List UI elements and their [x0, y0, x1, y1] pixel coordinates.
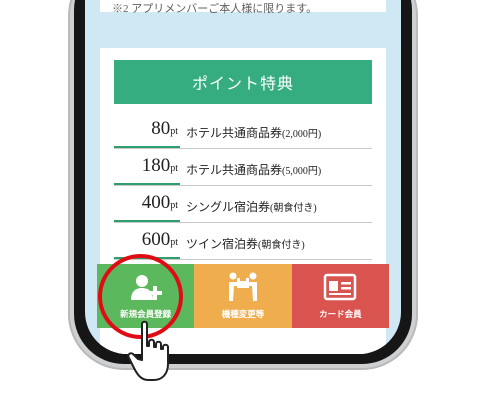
points-label: ホテル共通商品券(2,000円)	[186, 126, 322, 140]
points-value: 180pt	[114, 149, 180, 185]
points-label: ツイン宿泊券(朝食付き)	[186, 237, 305, 251]
nav-label: 機種変更等	[221, 310, 265, 320]
points-row: 400pt シングル宿泊券(朝食付き)	[114, 186, 372, 223]
device-change-button[interactable]: 機種変更等	[194, 264, 292, 328]
points-title: ポイント特典	[114, 60, 372, 104]
add-user-icon	[130, 275, 162, 300]
id-card-icon	[324, 273, 357, 301]
points-value: 400pt	[114, 186, 180, 222]
points-label: ホテル共通商品券(5,000円)	[186, 163, 322, 177]
nav-label: 新規会員登録	[120, 310, 172, 320]
card-member-button[interactable]: カード会員	[291, 264, 389, 328]
nav-label: カード会員	[319, 310, 362, 320]
notice-card: ※2 アプリメンバーご本人様に限ります。	[100, 0, 386, 15]
new-member-button[interactable]: 新規会員登録	[97, 264, 195, 328]
bottom-nav: 新規会員登録 機種変更等 カード会員	[97, 264, 389, 328]
points-row: 80pt ホテル共通商品券(2,000円)	[114, 112, 372, 149]
phone-screen: ※2 アプリメンバーご本人様に限ります。 ポイント特典 80pt ホテル共通商品…	[85, 0, 401, 354]
notice-text: ※2 アプリメンバーご本人様に限ります。	[112, 3, 318, 15]
points-label: シングル宿泊券(朝食付き)	[186, 200, 317, 214]
points-row: 180pt ホテル共通商品券(5,000円)	[114, 149, 372, 186]
pointing-hand-icon	[127, 320, 169, 381]
points-value: 80pt	[114, 112, 180, 148]
points-row: 600pt ツイン宿泊券(朝食付き)	[114, 223, 372, 260]
people-carry-icon	[228, 272, 257, 301]
points-value: 600pt	[114, 223, 180, 259]
